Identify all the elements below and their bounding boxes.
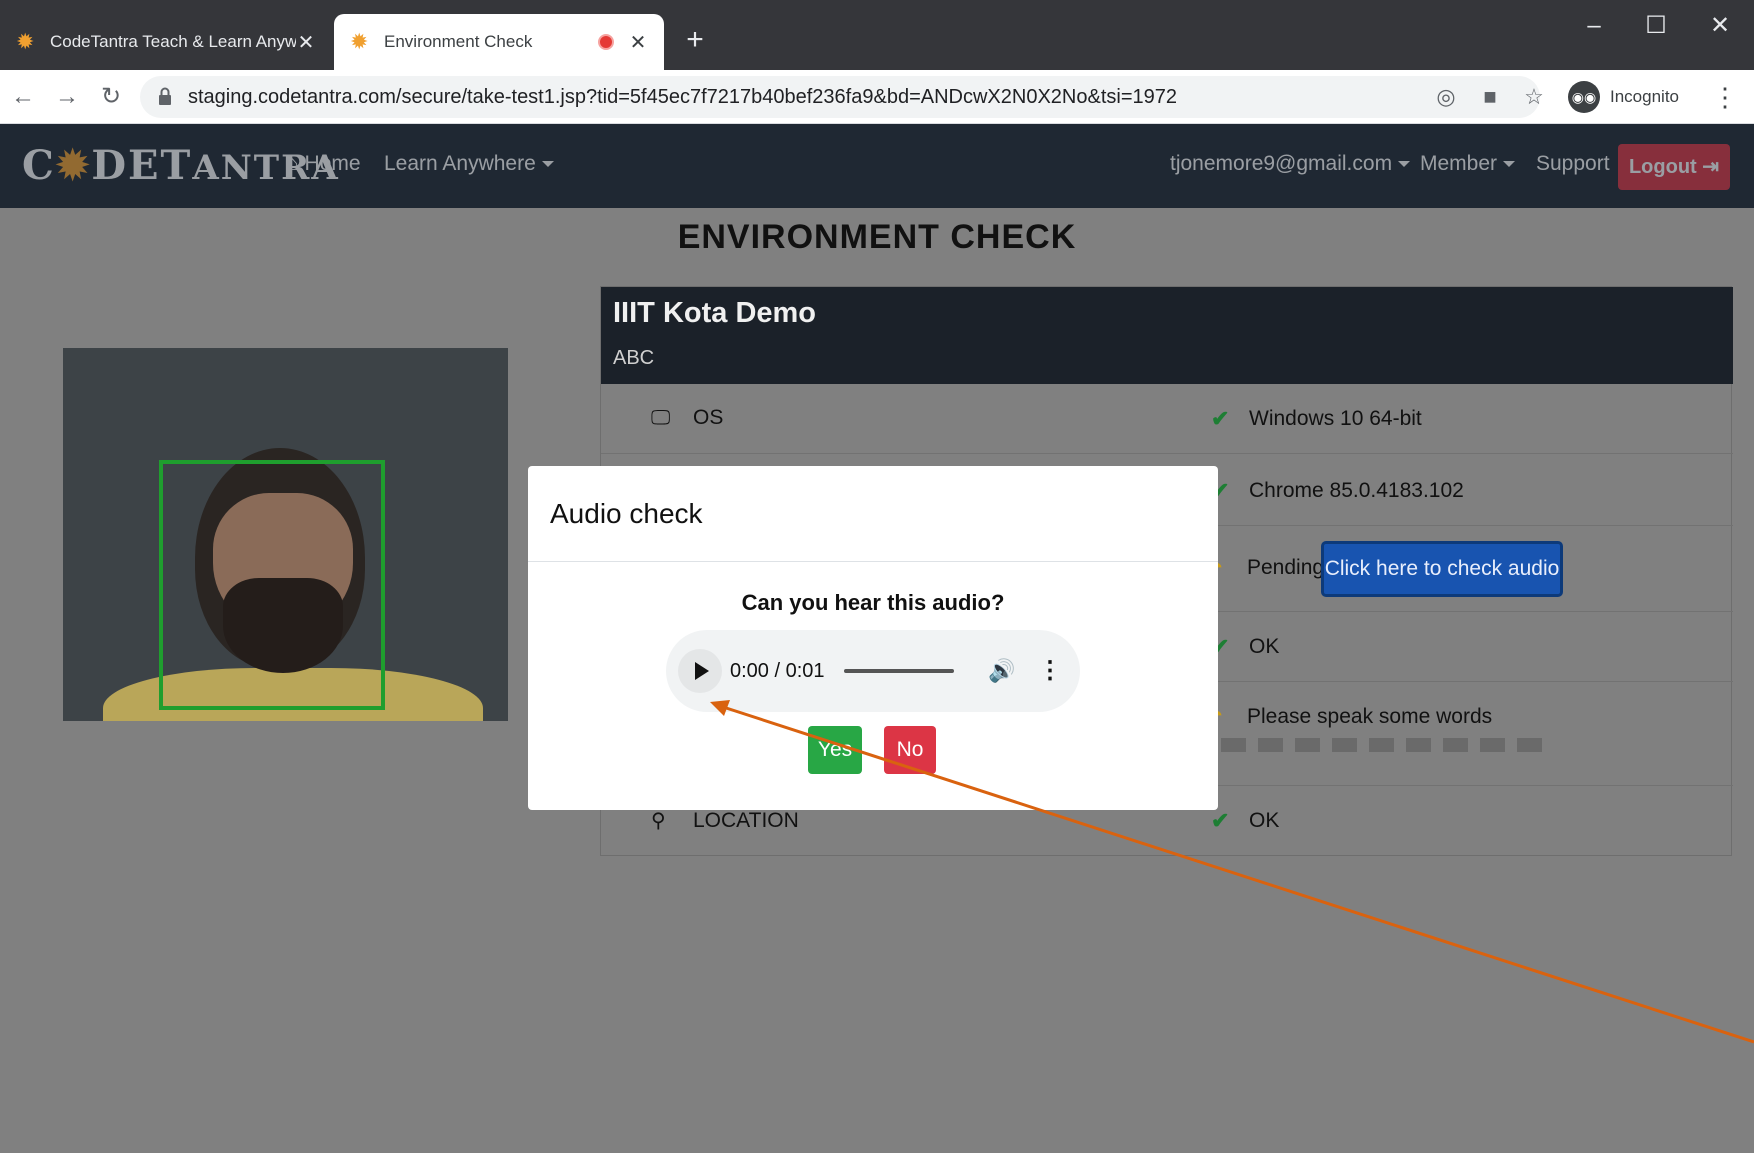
codetantra-favicon-icon: ✹ <box>350 29 369 54</box>
card-header: IIIT Kota Demo ABC <box>601 287 1733 384</box>
close-tab-icon[interactable]: ✕ <box>628 30 648 55</box>
row-status: Windows 10 64-bit <box>1249 407 1422 430</box>
nav-support[interactable]: Support <box>1536 152 1610 176</box>
modal-header: Audio check <box>528 466 1218 562</box>
minimize-window-icon[interactable]: – <box>1574 8 1614 44</box>
tab-codetantra[interactable]: ✹ CodeTantra Teach & Learn Anywh ✕ <box>0 14 332 70</box>
page-title: ENVIRONMENT CHECK <box>677 218 1077 256</box>
tab-environment-check[interactable]: ✹ Environment Check ✕ <box>334 14 664 70</box>
check-icon: ✔ <box>1211 808 1230 833</box>
new-tab-button[interactable]: + <box>680 20 710 60</box>
nav-user-email[interactable]: tjonemore9@gmail.com <box>1170 152 1411 176</box>
browser-toolbar: ← → ↻ staging.codetantra.com/secure/take… <box>0 70 1754 124</box>
tab-title: Environment Check <box>384 32 533 51</box>
nav-home-label: Home <box>304 152 361 175</box>
row-label: LOCATION <box>693 808 799 832</box>
browser-menu-icon[interactable]: ⋮ <box>1712 80 1738 114</box>
nav-support-label: Support <box>1536 152 1610 175</box>
reload-icon[interactable]: ↻ <box>94 80 128 114</box>
logout-label: Logout <box>1628 156 1697 178</box>
back-arrow-icon[interactable]: ← <box>6 80 40 114</box>
logout-button[interactable]: Logout ⇥ <box>1618 144 1730 190</box>
row-status: Please speak some words <box>1247 705 1493 728</box>
mic-level-meter <box>1221 738 1542 752</box>
incognito-profile[interactable]: ◉◉ Incognito <box>1568 78 1698 116</box>
map-marker-icon: ⚲ <box>651 810 666 832</box>
more-options-icon[interactable]: ⋮ <box>1038 630 1062 712</box>
address-bar[interactable]: staging.codetantra.com/secure/take-test1… <box>140 76 1544 118</box>
maximize-window-icon[interactable]: ☐ <box>1636 8 1676 44</box>
chevron-down-icon <box>541 161 554 168</box>
camera-icon[interactable]: ■ <box>1476 84 1504 110</box>
row-label: OS <box>693 406 724 429</box>
face-detection-box <box>159 460 385 710</box>
card-title: IIIT Kota Demo <box>613 297 817 329</box>
forward-arrow-icon[interactable]: → <box>50 80 84 114</box>
home-icon: ⌂ <box>286 152 299 175</box>
url-text: staging.codetantra.com/secure/take-test1… <box>188 86 1177 108</box>
user-email-label: tjonemore9@gmail.com <box>1170 152 1393 175</box>
lock-icon <box>159 87 171 105</box>
incognito-icon: ◉◉ <box>1568 81 1600 113</box>
chevron-down-icon <box>1503 161 1516 168</box>
modal-title: Audio check <box>550 498 703 529</box>
tab-title: CodeTantra Teach & Learn Anywh <box>50 32 296 51</box>
recording-indicator-icon <box>598 34 614 50</box>
seek-bar[interactable] <box>844 669 954 673</box>
bookmark-star-icon[interactable]: ☆ <box>1520 84 1548 110</box>
audio-question: Can you hear this audio? <box>741 590 1005 615</box>
volume-icon[interactable]: 🔊 <box>988 630 1015 712</box>
nav-home[interactable]: ⌂ Home <box>286 152 361 176</box>
incognito-label: Incognito <box>1610 87 1679 106</box>
audio-check-modal: Audio check Can you hear this audio? 0:0… <box>528 466 1218 810</box>
yes-button[interactable]: Yes <box>808 726 862 774</box>
no-button[interactable]: No <box>884 726 936 774</box>
row-status: OK <box>1249 635 1280 658</box>
close-window-icon[interactable]: ✕ <box>1700 8 1740 44</box>
row-status: OK <box>1249 809 1280 832</box>
webcam-preview <box>63 348 508 721</box>
browser-tab-strip: ✹ CodeTantra Teach & Learn Anywh ✕ ✹ Env… <box>0 0 1754 70</box>
nav-member-label: Member <box>1420 152 1498 175</box>
row-status: Chrome 85.0.4183.102 <box>1249 479 1464 502</box>
chevron-down-icon <box>1398 161 1411 168</box>
nav-member[interactable]: Member <box>1420 152 1516 176</box>
row-status: Pending <box>1247 556 1325 579</box>
site-navbar: C✹DETANTRA ⌂ Home Learn Anywhere tjonemo… <box>0 124 1754 208</box>
codetantra-favicon-icon: ✹ <box>16 29 35 54</box>
check-row-os: 🖵 OS ✔ Windows 10 64-bit <box>601 384 1733 454</box>
nav-learn-anywhere-label: Learn Anywhere <box>384 152 536 175</box>
close-tab-icon[interactable]: ✕ <box>296 30 316 55</box>
player-time: 0:00 / 0:01 <box>730 660 825 682</box>
sign-out-icon: ⇥ <box>1702 156 1720 178</box>
card-subtitle: ABC <box>613 347 655 369</box>
check-audio-button[interactable]: Click here to check audio <box>1321 541 1563 597</box>
monitor-icon: 🖵 <box>651 406 671 429</box>
audio-player: 0:00 / 0:01 🔊 ⋮ <box>666 630 1080 712</box>
nav-learn-anywhere[interactable]: Learn Anywhere <box>384 152 554 176</box>
play-icon[interactable] <box>678 649 722 693</box>
check-icon: ✔ <box>1211 406 1230 431</box>
location-target-icon[interactable]: ◎ <box>1432 84 1460 110</box>
